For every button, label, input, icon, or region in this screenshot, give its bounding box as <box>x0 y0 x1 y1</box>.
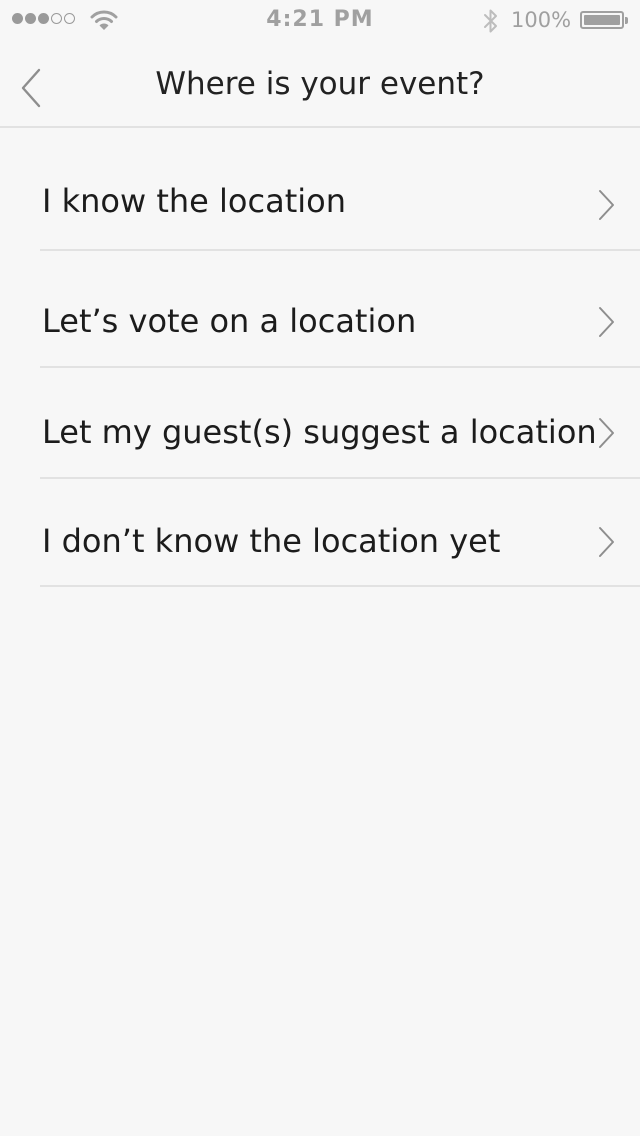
chevron-right-icon <box>599 418 614 448</box>
option-label: Let my guest(s) suggest a location <box>42 413 597 451</box>
divider <box>40 585 640 587</box>
chevron-right-icon <box>599 190 614 220</box>
battery-icon <box>580 11 628 29</box>
option-guests-suggest[interactable]: Let my guest(s) suggest a location <box>0 369 640 480</box>
option-label: I don’t know the location yet <box>42 522 501 560</box>
status-bar: 4:21 PM 100% <box>0 0 640 40</box>
page-title: Where is your event? <box>155 66 485 102</box>
chevron-right-icon <box>599 307 614 337</box>
option-know-location[interactable]: I know the location <box>0 128 640 252</box>
divider <box>40 477 640 479</box>
divider <box>40 249 640 251</box>
option-vote-location[interactable]: Let’s vote on a location <box>0 252 640 369</box>
chevron-right-icon <box>599 527 614 557</box>
bluetooth-icon <box>484 9 497 33</box>
divider <box>40 366 640 368</box>
navigation-bar: Where is your event? <box>0 40 640 128</box>
battery-percentage: 100% <box>511 8 572 32</box>
option-label: I know the location <box>42 182 346 220</box>
option-label: Let’s vote on a location <box>42 302 417 340</box>
option-location-unknown[interactable]: I don’t know the location yet <box>0 480 640 588</box>
